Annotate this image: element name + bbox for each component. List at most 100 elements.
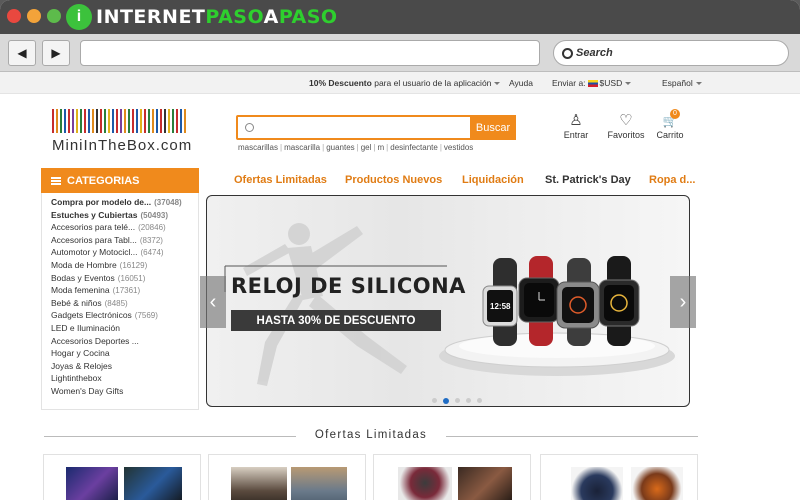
brand-text-part2: PASO [205,6,264,28]
browser-toolbar: ◀ ▶ Search [0,34,800,72]
categories-list: Compra por modelo de... (37048) Estuches … [41,193,199,410]
chevron-down-icon [625,82,632,86]
banner-dot-active[interactable] [443,397,449,404]
language-selector[interactable]: Español [662,78,702,88]
category-item[interactable]: LED e Iluminación [51,323,198,336]
hot-word-link[interactable]: m [378,143,385,152]
brand-logo-icon: i [66,4,92,30]
login-label: Entrar [563,130,589,140]
search-button[interactable]: Buscar [470,115,516,140]
category-item[interactable]: Joyas & Relojes [51,361,198,374]
maximize-window-button[interactable] [47,9,61,23]
address-bar[interactable] [80,40,540,66]
login-link[interactable]: ♙ Entrar [556,112,596,140]
brand-text-part1: INTERNET [96,6,206,28]
category-item[interactable]: Automotor y Motocicl... (6474) [51,247,198,260]
title-bar: i INTERNETPASOAPASO [0,0,800,34]
top-info-strip: 10% Descuento para el usuario de la apli… [0,72,800,94]
hot-word-link[interactable]: mascarillas [238,143,278,152]
app-discount-link[interactable]: 10% Descuento para el usuario de la apli… [309,78,501,88]
user-icon: ♙ [569,112,583,129]
heart-icon: ♡ [619,112,633,129]
chevron-left-icon: ‹ [209,290,217,313]
minimize-window-button[interactable] [27,9,41,23]
banner-title: RELOJ DE SILICONA [231,274,466,298]
banner-dot[interactable] [466,398,471,403]
category-item[interactable]: Moda de Hombre (16129) [51,260,198,273]
hero-banner[interactable]: 12:58 RELOJ DE SILICONA HASTA 30% DE DES… [206,195,690,407]
nav-ofertas-limitadas[interactable]: Ofertas Limitadas [234,174,327,186]
category-item[interactable]: Gadgets Electrónicos (7569) [51,310,198,323]
banner-artwork: 12:58 [224,223,675,386]
category-item[interactable]: Bebé & niños (8485) [51,298,198,311]
category-item[interactable]: Compra por modelo de... (37048) [51,197,198,210]
ship-to-selector[interactable]: Enviar a: $USD [552,78,632,88]
menu-icon [51,176,61,185]
category-item[interactable]: Accesorios Deportes ... [51,336,198,349]
product-card[interactable] [540,454,698,500]
category-item[interactable]: Accesorios para Tabl... (8372) [51,235,198,248]
browser-window: i INTERNETPASOAPASO ◀ ▶ Search 10% Descu… [0,0,800,500]
category-item[interactable]: Hogar y Cocina [51,348,198,361]
banner-dot[interactable] [455,398,460,403]
product-card[interactable] [373,454,531,500]
nav-ropa[interactable]: Ropa d... [649,174,695,186]
hot-word-link[interactable]: mascarilla [284,143,320,152]
product-image [124,467,182,500]
hot-word-link[interactable]: guantes [326,143,354,152]
product-image [291,467,347,500]
offers-section-title: Ofertas Limitadas [44,428,698,444]
product-image [458,467,512,500]
site-logo-barcode[interactable] [52,109,188,133]
back-button[interactable]: ◀ [8,40,36,66]
close-window-button[interactable] [7,9,21,23]
back-arrow-icon: ◀ [17,46,27,60]
chevron-down-icon [695,82,702,86]
site-search-input[interactable]: Buscar [236,115,516,140]
banner-dot[interactable] [477,398,482,403]
nav-liquidacion[interactable]: Liquidación [462,174,524,186]
search-icon [562,47,573,59]
nav-productos-nuevos[interactable]: Productos Nuevos [345,174,442,186]
category-item[interactable]: Women's Day Gifts [51,386,198,399]
help-link[interactable]: Ayuda [509,78,533,88]
banner-next-button[interactable]: › [670,276,696,328]
brand-text-part4: PASO [278,6,338,28]
site-watermark-logo: i INTERNETPASOAPASO [66,3,338,31]
categories-title: CATEGORIAS [67,174,140,187]
product-card[interactable] [208,454,366,500]
hot-search-words: mascarillas | mascarilla | guantes | gel | m | des… [238,143,474,152]
favorites-link[interactable]: ♡ Favoritos [606,112,646,140]
categories-header[interactable]: CATEGORIAS [41,168,199,193]
nav-st-patricks-day[interactable]: St. Patrick's Day [545,174,631,186]
banner-pagination [432,397,482,404]
banner-dot[interactable] [432,398,437,403]
browser-search-box[interactable]: Search [553,40,789,66]
banner-prev-button[interactable]: ‹ [200,276,226,328]
product-card[interactable] [43,454,201,500]
hot-word-link[interactable]: vestidos [444,143,473,152]
category-item[interactable]: Lightinthebox [51,373,198,386]
product-image [398,467,452,500]
forward-button[interactable]: ▶ [42,40,70,66]
favorites-label: Favoritos [607,130,645,140]
divider [446,436,698,437]
hot-word-link[interactable]: desinfectante [390,143,438,152]
product-image [571,467,623,500]
promo-navigation: Ofertas Limitadas Productos Nuevos Liqui… [206,168,698,193]
venezuela-flag-icon [587,80,598,88]
cart-link[interactable]: 🛒 0 Carrito [650,109,690,140]
site-logo-text[interactable]: MiniInTheBox.com [52,137,192,154]
forward-arrow-icon: ▶ [51,46,61,60]
category-item[interactable]: Bodas y Eventos (16051) [51,273,198,286]
chevron-down-icon [494,82,501,86]
hot-word-link[interactable]: gel [361,143,372,152]
chevron-right-icon: › [679,290,687,313]
category-item[interactable]: Accesorios para telé... (20846) [51,222,198,235]
brand-text-part3: A [263,6,279,28]
offers-title: Ofertas Limitadas [314,429,428,441]
product-image [231,467,287,500]
search-icon [245,123,254,132]
category-item[interactable]: Estuches y Cubiertas (50493) [51,210,198,223]
category-item[interactable]: Moda femenina (17361) [51,285,198,298]
